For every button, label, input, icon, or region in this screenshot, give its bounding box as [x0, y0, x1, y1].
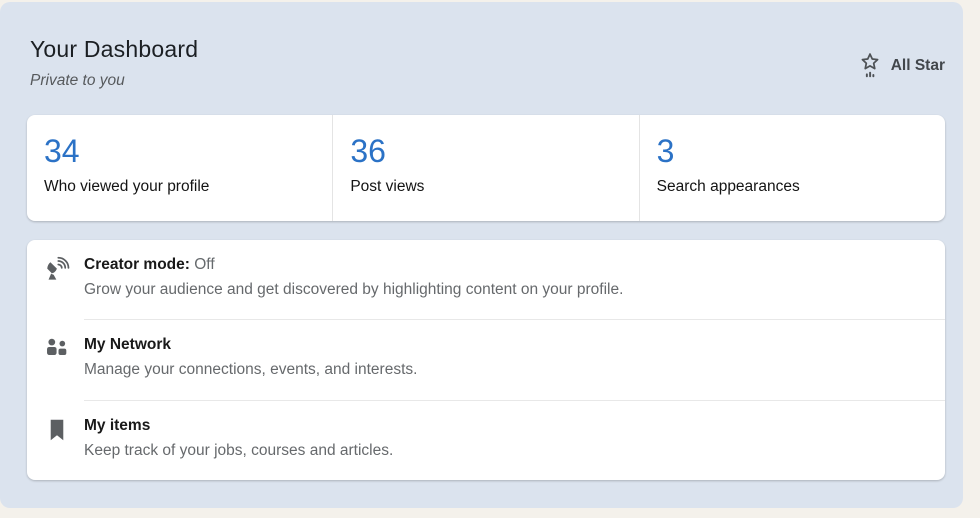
stat-label: Who viewed your profile — [44, 178, 210, 195]
menu-row-text: My Network Manage your connections, even… — [84, 335, 417, 380]
menu-row-title: Creator mode: Off — [84, 255, 623, 275]
stat-label: Post views — [350, 178, 425, 195]
stat-value: 36 — [350, 133, 386, 169]
dashboard-menu-card: Creator mode: Off Grow your audience and… — [27, 240, 945, 480]
creator-mode-status: Off — [194, 256, 215, 273]
all-star-label: All Star — [890, 57, 945, 74]
stat-search-appearances[interactable]: 3 Search appearances — [638, 115, 945, 221]
people-icon — [44, 336, 70, 362]
satellite-dish-icon — [44, 256, 70, 282]
menu-row-description: Keep track of your jobs, courses and art… — [84, 441, 394, 459]
creator-mode-label: Creator mode: — [84, 256, 190, 273]
star-meter-icon — [857, 52, 883, 80]
stat-value: 3 — [656, 133, 675, 169]
menu-row-my-items[interactable]: My items Keep track of your jobs, course… — [27, 401, 945, 480]
privacy-note: Private to you — [30, 72, 125, 89]
dashboard-header: Your Dashboard Private to you — [30, 36, 198, 90]
stats-card: 34 Who viewed your profile 36 Post views… — [27, 115, 945, 221]
stat-label: Search appearances — [656, 178, 800, 195]
bookmark-icon — [44, 417, 70, 443]
menu-row-description: Grow your audience and get discovered by… — [84, 281, 624, 298]
menu-row-description: Manage your connections, events, and int… — [84, 361, 418, 379]
menu-row-text: Creator mode: Off Grow your audience and… — [84, 255, 623, 300]
page-title: Your Dashboard — [30, 36, 199, 62]
menu-row-creator-mode[interactable]: Creator mode: Off Grow your audience and… — [27, 240, 945, 319]
menu-row-text: My items Keep track of your jobs, course… — [84, 416, 393, 461]
stat-who-viewed-profile[interactable]: 34 Who viewed your profile — [27, 115, 332, 221]
stat-value: 34 — [44, 133, 80, 169]
menu-row-title: My items — [84, 416, 151, 434]
stat-post-views[interactable]: 36 Post views — [332, 115, 638, 221]
menu-row-title: My Network — [84, 336, 171, 354]
dashboard-panel: Your Dashboard Private to you All Star 3… — [0, 2, 963, 508]
all-star-badge[interactable]: All Star — [857, 52, 945, 80]
menu-row-my-network[interactable]: My Network Manage your connections, even… — [27, 320, 945, 399]
